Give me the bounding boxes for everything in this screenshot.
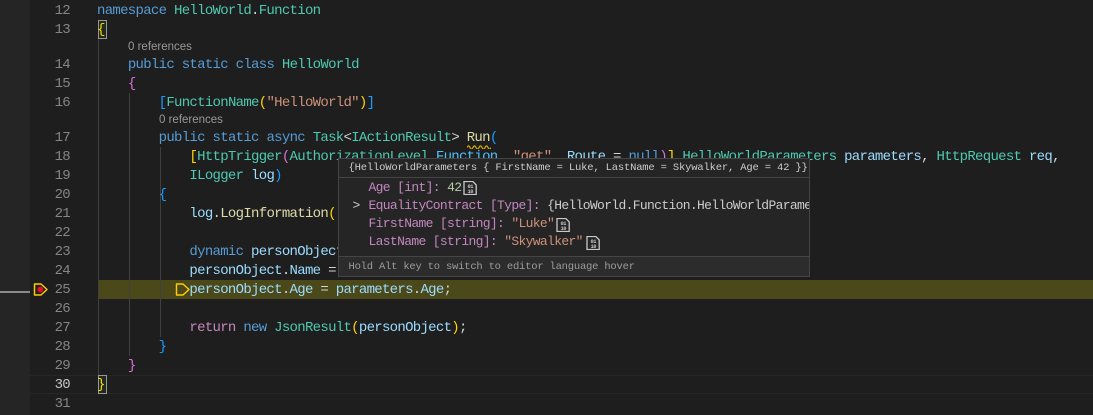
svg-text:10: 10: [467, 189, 473, 195]
svg-text:10: 10: [560, 226, 566, 232]
svg-text:10: 10: [590, 244, 596, 250]
